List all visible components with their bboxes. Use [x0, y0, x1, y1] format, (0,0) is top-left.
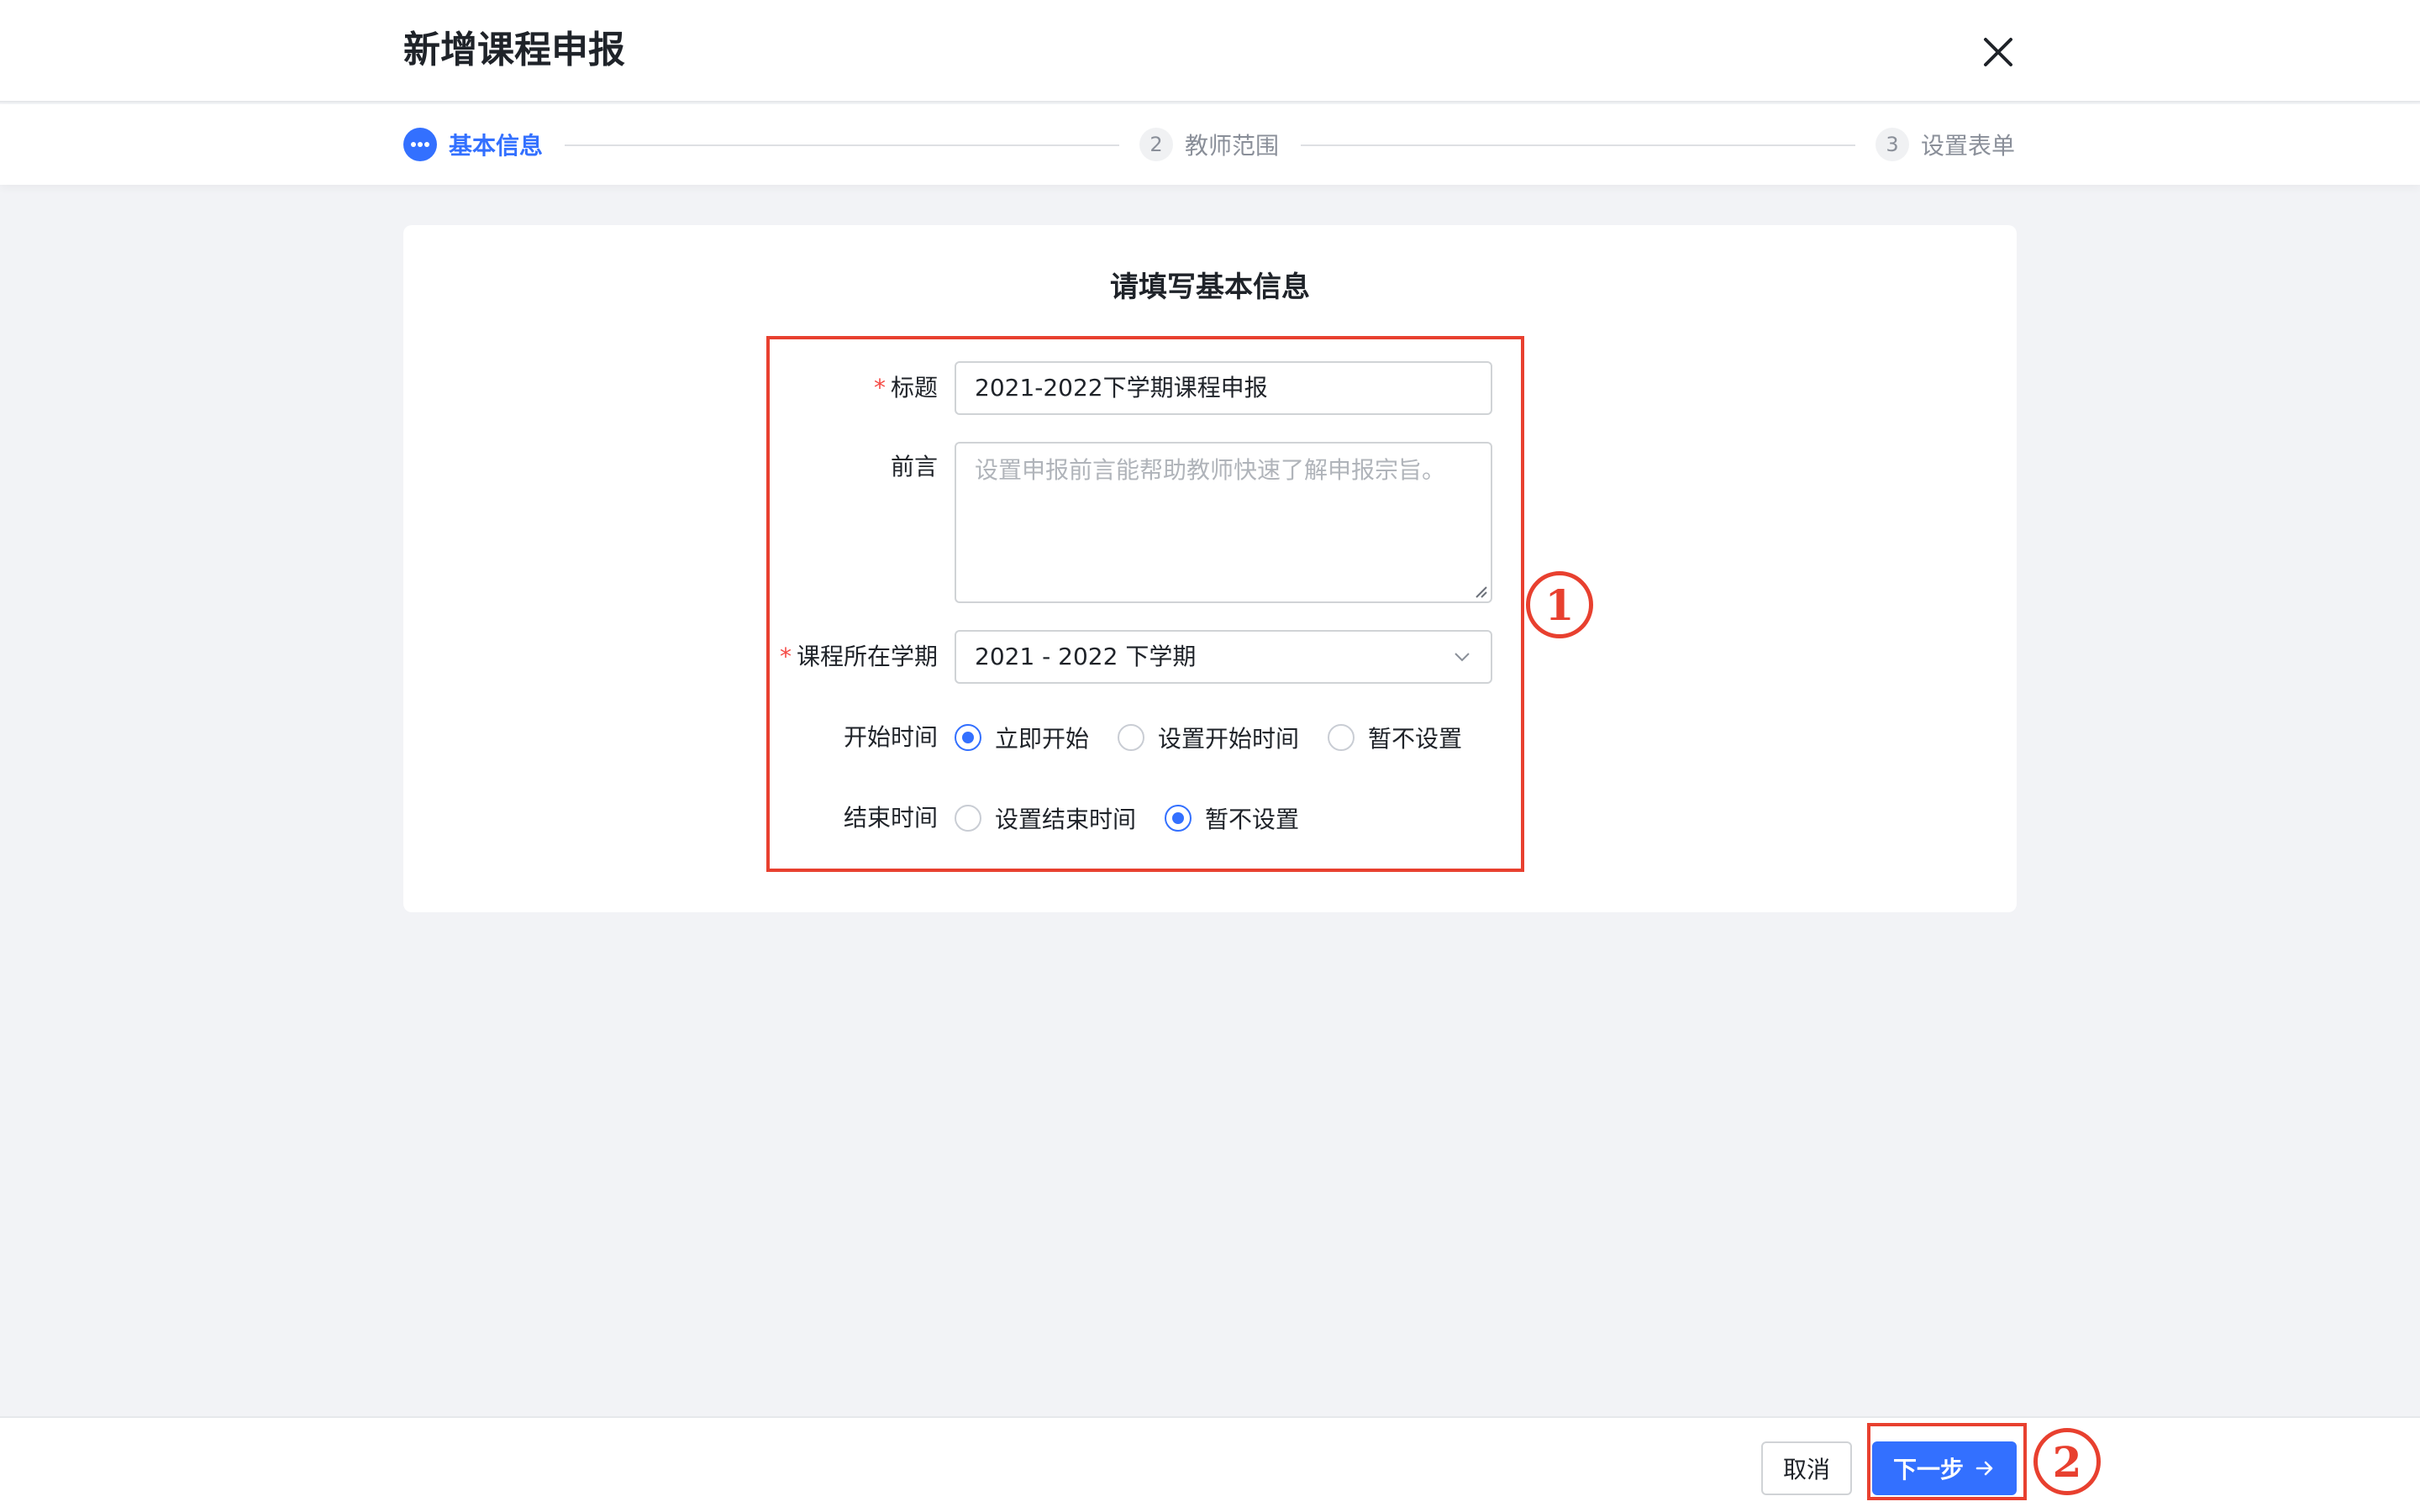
step-label: 基本信息 — [449, 132, 544, 160]
step-active-icon — [403, 128, 437, 161]
step-number: 3 — [1876, 128, 1909, 161]
step-set-form: 3 设置表单 — [1876, 126, 2015, 163]
step-label: 教师范围 — [1185, 132, 1280, 160]
step-basic-info: 基本信息 — [403, 126, 543, 163]
annotation-number-1: 1 — [1526, 571, 1593, 638]
annotation-box-form — [766, 336, 1524, 872]
dialog-header: 新增课程申报 — [0, 0, 2420, 102]
close-icon[interactable] — [1976, 30, 2020, 74]
step-indicator: 基本信息 2 教师范围 3 设置表单 — [0, 104, 2420, 185]
step-label: 设置表单 — [1921, 132, 2016, 160]
step-connector — [1301, 144, 1855, 146]
dialog-title: 新增课程申报 — [403, 29, 625, 71]
form-heading: 请填写基本信息 — [1110, 270, 1310, 304]
step-number: 2 — [1139, 128, 1173, 161]
annotation-number-2: 2 — [2033, 1428, 2101, 1495]
cancel-button[interactable]: 取消 — [1761, 1441, 1852, 1495]
step-teacher-scope: 2 教师范围 — [1139, 126, 1279, 163]
step-connector — [565, 144, 1119, 146]
annotation-box-next — [1867, 1423, 2027, 1500]
